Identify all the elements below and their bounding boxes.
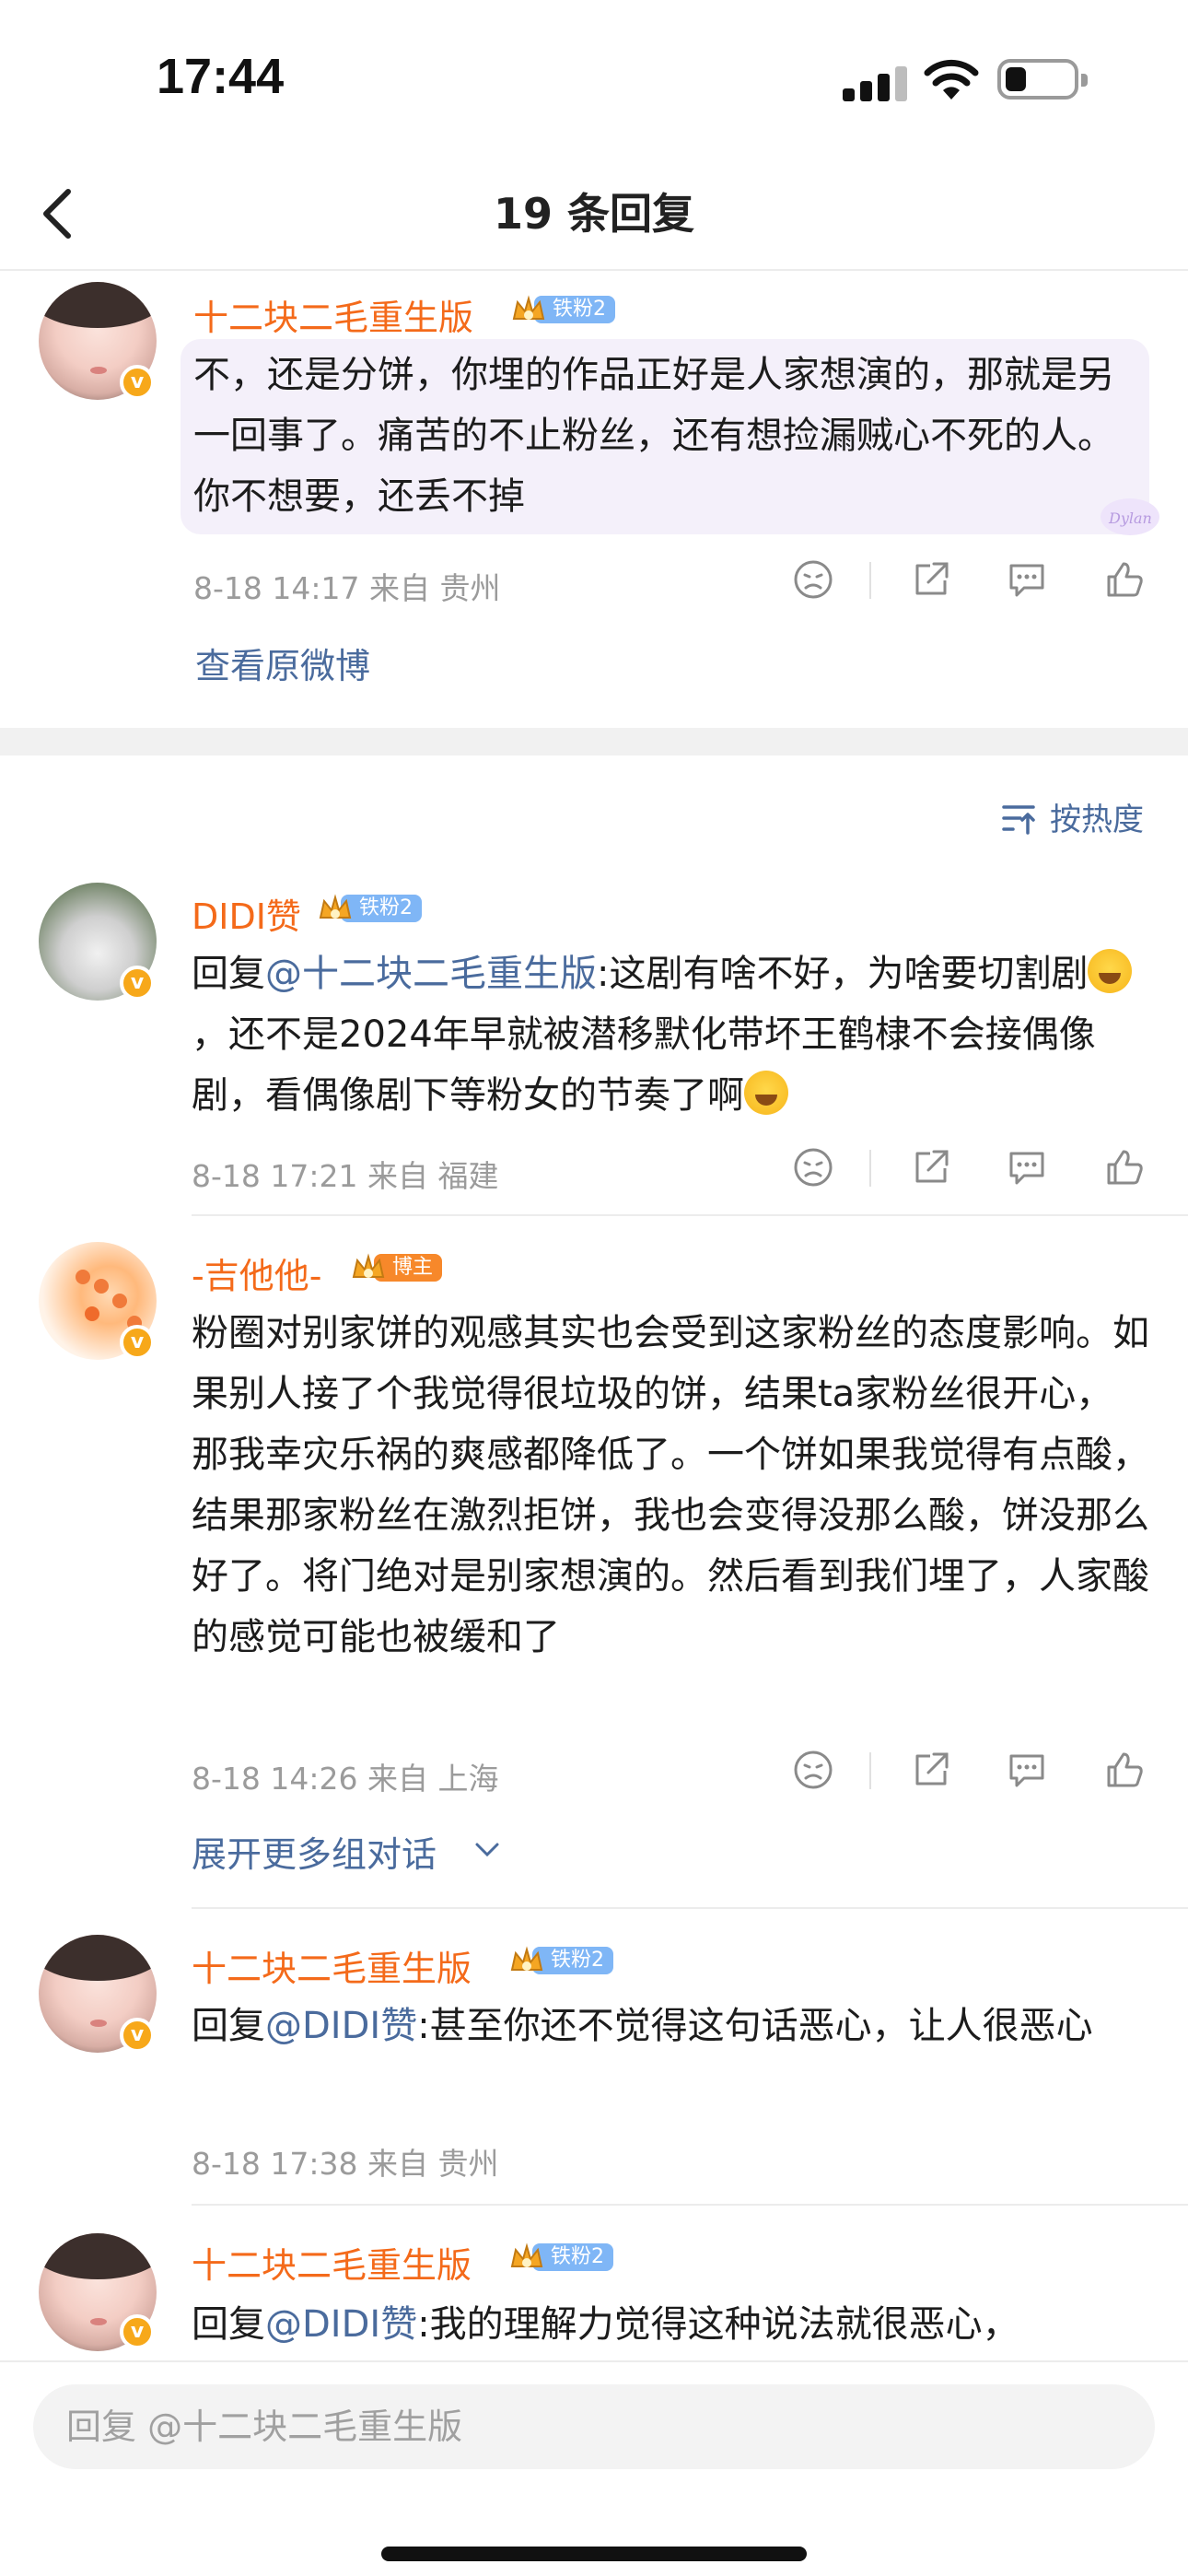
svg-text:Dylan: Dylan xyxy=(1108,509,1152,527)
comment-meta: 8-18 14:17 来自 贵州 xyxy=(193,570,501,606)
reply-prefix: 回复 xyxy=(192,953,265,995)
reply-input[interactable] xyxy=(33,2384,1155,2469)
laugh-cry-emoji-icon xyxy=(1088,949,1133,993)
expand-conversation-label: 展开更多组对话 xyxy=(192,1834,437,1875)
comment-icon[interactable] xyxy=(1006,558,1048,601)
sort-label: 按热度 xyxy=(1050,802,1144,838)
divider xyxy=(869,1150,871,1187)
comment-actions xyxy=(792,1749,1160,1795)
mention-link[interactable]: @DIDI赞 xyxy=(265,2303,417,2346)
comment-actions xyxy=(792,558,1160,604)
crown-icon xyxy=(319,894,352,919)
dislike-face-icon[interactable] xyxy=(792,558,834,601)
comment-text-part: :这剧有啥不好，为啥要切割剧 xyxy=(597,953,1089,995)
crown-icon xyxy=(510,2242,543,2267)
chevron-down-icon xyxy=(475,1843,499,1857)
wifi-icon xyxy=(924,59,979,100)
username[interactable]: -吉他他- xyxy=(192,1247,321,1298)
section-separator xyxy=(0,728,1188,755)
view-original-link[interactable]: 查看原微博 xyxy=(195,638,370,688)
comment-actions xyxy=(792,1146,1160,1192)
home-indicator[interactable] xyxy=(381,2547,807,2561)
username[interactable]: DIDI赞 xyxy=(192,888,301,939)
fan-badge[interactable]: 铁粉2 xyxy=(317,892,422,925)
thumbs-up-icon[interactable] xyxy=(1103,1146,1146,1188)
comment-text-part: :我的理解力觉得这种说法就很恶心， xyxy=(417,2303,1019,2346)
signal-icon xyxy=(843,64,907,101)
comment-text-part: :甚至你还不觉得这句话恶心，让人很恶心 xyxy=(417,2005,1093,2047)
reply-bar xyxy=(0,2360,1188,2576)
username[interactable]: 十二块二毛重生版 xyxy=(192,1940,472,1991)
verified-badge-icon: v xyxy=(120,2314,155,2349)
verified-badge-icon: v xyxy=(120,1325,155,1360)
fan-badge[interactable]: 铁粉2 xyxy=(508,2241,613,2274)
status-time: 17:44 xyxy=(157,49,285,104)
blogger-badge[interactable]: 博主 xyxy=(350,1251,443,1284)
verified-badge-icon: v xyxy=(120,365,155,400)
comment-meta: 8-18 14:26 来自 上海 xyxy=(192,1761,499,1797)
sticker-icon: Dylan xyxy=(1101,498,1159,535)
expand-conversation-button[interactable]: 展开更多组对话 xyxy=(192,1826,523,1878)
comment-text: 不，还是分饼，你埋的作品正好是人家想演的，那就是另一回事了。痛苦的不止粉丝，还有… xyxy=(193,354,1114,518)
comment-meta: 8-18 17:38 来自 贵州 xyxy=(192,2146,499,2182)
comment-text: 回复@DIDI赞:我的理解力觉得这种说法就很恶心， xyxy=(192,2294,1149,2355)
divider xyxy=(869,1752,871,1789)
comment-text: 回复@十二块二毛重生版:这剧有啥不好，为啥要切割剧 ，还不是2024年早就被潜移默… xyxy=(192,943,1149,1126)
dislike-face-icon[interactable] xyxy=(792,1146,834,1188)
nav-bar: 19 条回复 xyxy=(0,157,1188,271)
fan-badge[interactable]: 铁粉2 xyxy=(510,293,615,326)
laugh-cry-emoji-icon xyxy=(744,1071,788,1115)
reply-prefix: 回复 xyxy=(192,2303,265,2346)
divider xyxy=(192,2204,1188,2206)
crown-icon xyxy=(512,295,545,320)
comment-text: 粉圈对别家饼的观感其实也会受到这家粉丝的态度影响。如果别人接了个我觉得很垃圾的饼… xyxy=(192,1312,1149,1658)
dislike-face-icon[interactable] xyxy=(792,1749,834,1791)
comment-icon[interactable] xyxy=(1006,1146,1048,1188)
mention-link[interactable]: @十二块二毛重生版 xyxy=(265,953,597,995)
share-icon[interactable] xyxy=(910,1146,952,1188)
mention-link[interactable]: @DIDI赞 xyxy=(265,2005,417,2047)
status-bar: 17:44 xyxy=(0,0,1188,157)
comment-text-part: ，还不是2024年早就被潜移默化带坏王鹤棣不会接偶像剧，看偶像剧下等粉女的节奏了… xyxy=(192,1013,1096,1117)
thumbs-up-icon[interactable] xyxy=(1103,558,1146,601)
verified-badge-icon: v xyxy=(120,966,155,1001)
crown-icon xyxy=(352,1253,385,1278)
sort-button[interactable]: 按热度 xyxy=(1000,794,1157,840)
comment-meta: 8-18 17:21 来自 福建 xyxy=(192,1158,499,1194)
fan-badge[interactable]: 铁粉2 xyxy=(508,1944,613,1977)
username[interactable]: 十二块二毛重生版 xyxy=(192,2237,472,2288)
comment-icon[interactable] xyxy=(1006,1749,1048,1791)
battery-icon xyxy=(997,59,1088,100)
share-icon[interactable] xyxy=(910,1749,952,1791)
divider xyxy=(192,1214,1188,1216)
page-title: 19 条回复 xyxy=(493,189,695,239)
username[interactable]: 十二块二毛重生版 xyxy=(193,289,473,340)
divider xyxy=(869,562,871,599)
crown-icon xyxy=(510,1946,543,1971)
divider xyxy=(192,1907,1188,1909)
comment-text: 回复@DIDI赞:甚至你还不觉得这句话恶心，让人很恶心 xyxy=(192,1996,1149,2056)
verified-badge-icon: v xyxy=(120,2018,155,2053)
reply-prefix: 回复 xyxy=(192,2005,265,2047)
thumbs-up-icon[interactable] xyxy=(1103,1749,1146,1791)
share-icon[interactable] xyxy=(910,558,952,601)
sort-icon xyxy=(1002,805,1035,835)
